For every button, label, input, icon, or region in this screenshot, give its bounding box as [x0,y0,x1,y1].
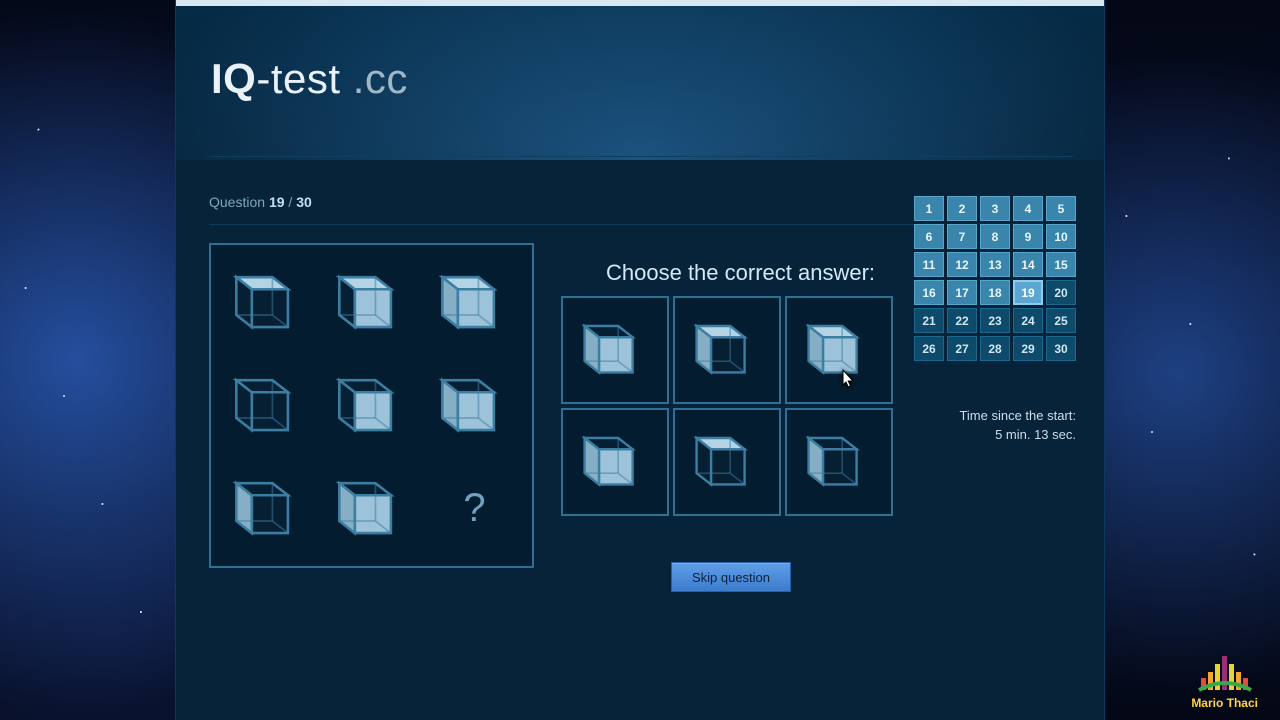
puzzle-cell-9: ? [429,463,520,554]
nav-q-4[interactable]: 4 [1013,196,1043,221]
nav-q-16[interactable]: 16 [914,280,944,305]
nav-q-22[interactable]: 22 [947,308,977,333]
question-word: Question [209,194,265,210]
puzzle-cell-7 [223,463,314,554]
nav-q-17[interactable]: 17 [947,280,977,305]
watermark: Mario Thaci [1191,652,1258,710]
timer-label: Time since the start: [906,407,1076,426]
nav-q-28[interactable]: 28 [980,336,1010,361]
answer-option-1[interactable] [561,296,669,404]
nav-q-21[interactable]: 21 [914,308,944,333]
question-total: 30 [296,194,312,210]
nav-q-11[interactable]: 11 [914,252,944,277]
answer-option-4[interactable] [561,408,669,516]
answer-grid [561,296,897,516]
puzzle-cell-8 [326,463,417,554]
logo-rest: -test [256,55,340,102]
puzzle-cell-5 [326,360,417,451]
nav-q-10[interactable]: 10 [1046,224,1076,249]
question-nav: 1234567891011121314151617181920212223242… [914,196,1076,361]
puzzle-cell-4 [223,360,314,451]
logo-dim: .cc [341,55,408,102]
question-counter: Question 19 / 30 [209,194,312,210]
nav-q-20[interactable]: 20 [1046,280,1076,305]
nav-q-25[interactable]: 25 [1046,308,1076,333]
question-current: 19 [269,194,285,210]
top-strip [176,0,1104,6]
timer: Time since the start: 5 min. 13 sec. [906,407,1076,445]
nav-q-7[interactable]: 7 [947,224,977,249]
nav-q-30[interactable]: 30 [1046,336,1076,361]
nav-q-9[interactable]: 9 [1013,224,1043,249]
nav-q-12[interactable]: 12 [947,252,977,277]
answer-option-2[interactable] [673,296,781,404]
answer-option-6[interactable] [785,408,893,516]
divider-mid [209,224,929,225]
nav-q-24[interactable]: 24 [1013,308,1043,333]
nav-q-6[interactable]: 6 [914,224,944,249]
nav-q-8[interactable]: 8 [980,224,1010,249]
choose-label: Choose the correct answer: [606,260,875,286]
puzzle-cell-3 [429,257,520,348]
nav-q-26[interactable]: 26 [914,336,944,361]
answer-option-3[interactable] [785,296,893,404]
question-sep: / [285,194,297,210]
divider-top [209,156,1073,157]
puzzle-cell-6 [429,360,520,451]
puzzle-cell-2 [326,257,417,348]
nav-q-23[interactable]: 23 [980,308,1010,333]
nav-q-14[interactable]: 14 [1013,252,1043,277]
nav-q-1[interactable]: 1 [914,196,944,221]
skip-button[interactable]: Skip question [671,562,791,592]
timer-value: 5 min. 13 sec. [906,426,1076,445]
watermark-text: Mario Thaci [1191,696,1258,710]
nav-q-3[interactable]: 3 [980,196,1010,221]
watermark-icon [1195,652,1255,694]
nav-q-5[interactable]: 5 [1046,196,1076,221]
missing-marker: ? [463,486,485,531]
nav-q-19[interactable]: 19 [1013,280,1043,305]
puzzle-cell-1 [223,257,314,348]
app-panel: IQ-test .cc Question 19 / 30 [175,0,1105,720]
nav-q-13[interactable]: 13 [980,252,1010,277]
nav-q-15[interactable]: 15 [1046,252,1076,277]
nav-q-29[interactable]: 29 [1013,336,1043,361]
site-logo: IQ-test .cc [211,55,408,103]
nav-q-18[interactable]: 18 [980,280,1010,305]
answer-option-5[interactable] [673,408,781,516]
nav-q-27[interactable]: 27 [947,336,977,361]
logo-bold: IQ [211,55,256,102]
nav-q-2[interactable]: 2 [947,196,977,221]
puzzle-grid: ? [209,243,534,568]
